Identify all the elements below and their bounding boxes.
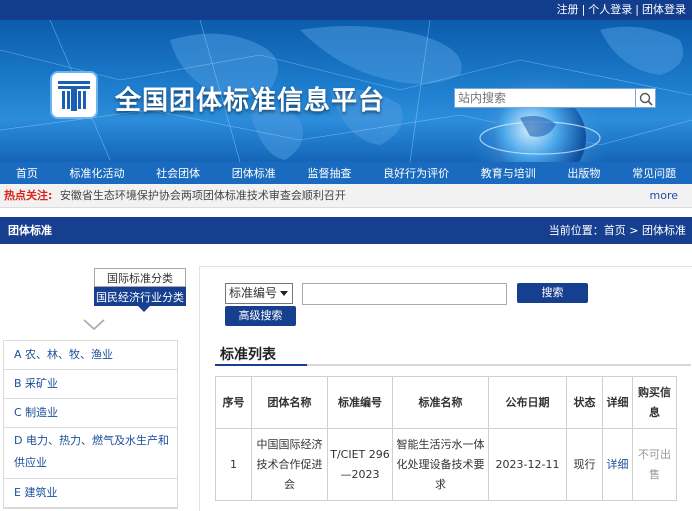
site-search-input[interactable] xyxy=(454,88,636,108)
advanced-search-button[interactable]: 高级搜索 xyxy=(225,306,296,326)
group-login-link[interactable]: 团体登录 xyxy=(642,3,686,16)
register-link[interactable]: 注册 xyxy=(557,3,579,16)
active-tab-pointer xyxy=(138,306,150,312)
site-search-button[interactable] xyxy=(636,88,656,108)
nav-evaluation[interactable]: 良好行为评价 xyxy=(383,165,449,181)
nav-publications[interactable]: 出版物 xyxy=(567,165,600,181)
search-button[interactable]: 搜索 xyxy=(517,283,588,303)
platform-logo[interactable] xyxy=(52,73,96,117)
cell-date: 2023-12-11 xyxy=(488,428,567,501)
category-item[interactable]: C 制造业 xyxy=(4,399,177,428)
cell-index: 1 xyxy=(215,428,252,501)
site-banner: 全国团体标准信息平台 xyxy=(0,20,692,162)
nav-faq[interactable]: 常见问题 xyxy=(632,165,676,181)
site-title: 全国团体标准信息平台 xyxy=(115,86,386,116)
col-header: 标准编号 xyxy=(327,376,393,429)
cell-buy-info: 不可出售 xyxy=(632,428,677,501)
more-link[interactable]: more xyxy=(650,184,679,208)
col-header: 详细 xyxy=(602,376,633,429)
cell-name: 智能生活污水一体化处理设备技术要求 xyxy=(392,428,489,501)
table-header-row: 序号 团体名称 标准编号 标准名称 公布日期 状态 详细 购买信息 xyxy=(215,376,677,429)
category-list: A 农、林、牧、渔业 B 采矿业 C 制造业 D 电力、热力、燃气及水生产和供应… xyxy=(3,340,178,509)
col-header: 公布日期 xyxy=(488,376,567,429)
breadcrumb: 当前位置：首页 > 团体标准 xyxy=(548,224,686,237)
cell-status: 现行 xyxy=(566,428,603,501)
category-item[interactable]: B 采矿业 xyxy=(4,370,177,399)
section-title: 团体标准 xyxy=(8,224,52,237)
nav-standardization[interactable]: 标准化活动 xyxy=(69,165,124,181)
list-title: 标准列表 xyxy=(220,347,276,363)
cell-code: T/CIET 296—2023 xyxy=(327,428,393,501)
table-row: 1 中国国际经济技术合作促进会 T/CIET 296—2023 智能生活污水一体… xyxy=(215,428,677,501)
cell-org: 中国国际经济技术合作促进会 xyxy=(251,428,328,501)
tab-national-economy-classification[interactable]: 国民经济行业分类 xyxy=(94,287,186,306)
section-header: 团体标准 当前位置：首页 > 团体标准 xyxy=(0,217,692,244)
standard-search-input[interactable] xyxy=(302,283,507,305)
nav-group-standards[interactable]: 团体标准 xyxy=(232,165,276,181)
col-header: 序号 xyxy=(215,376,252,429)
list-title-underline xyxy=(215,364,691,366)
search-icon xyxy=(639,92,653,106)
search-field-value: 标准编号 xyxy=(229,286,278,300)
main-nav: 首页 标准化活动 社会团体 团体标准 监督抽查 良好行为评价 教育与培训 出版物… xyxy=(0,162,692,184)
chevron-down-icon xyxy=(280,291,288,296)
personal-login-link[interactable]: 个人登录 xyxy=(588,3,632,16)
col-header: 状态 xyxy=(566,376,603,429)
nav-education[interactable]: 教育与培训 xyxy=(481,165,536,181)
tab-international-classification[interactable]: 国际标准分类 xyxy=(94,268,186,287)
search-field-select[interactable]: 标准编号 xyxy=(225,283,293,304)
hot-label: 热点关注: xyxy=(4,189,53,202)
category-item[interactable]: E 建筑业 xyxy=(4,479,177,508)
col-header: 购买信息 xyxy=(632,376,677,429)
nav-social-groups[interactable]: 社会团体 xyxy=(156,165,200,181)
hot-news-link[interactable]: 安徽省生态环境保护协会两项团体标准技术审查会顺利召开 xyxy=(60,189,346,202)
category-item[interactable]: D 电力、热力、燃气及水生产和供应业 xyxy=(4,428,177,479)
nav-supervision[interactable]: 监督抽查 xyxy=(307,165,351,181)
site-search xyxy=(454,88,656,108)
category-tabs: 国际标准分类 国民经济行业分类 xyxy=(94,268,186,306)
top-account-bar: 注册 | 个人登录 | 团体登录 xyxy=(0,0,692,20)
chevron-down-icon[interactable] xyxy=(82,318,106,332)
col-header: 标准名称 xyxy=(392,376,489,429)
standards-table: 序号 团体名称 标准编号 标准名称 公布日期 状态 详细 购买信息 1 中国国际… xyxy=(215,376,677,501)
nav-home[interactable]: 首页 xyxy=(16,165,38,181)
detail-link[interactable]: 详细 xyxy=(602,428,633,501)
hot-news-bar: 热点关注: 安徽省生态环境保护协会两项团体标准技术审查会顺利召开 more xyxy=(0,184,692,208)
col-header: 团体名称 xyxy=(251,376,328,429)
category-item[interactable]: A 农、林、牧、渔业 xyxy=(4,341,177,370)
